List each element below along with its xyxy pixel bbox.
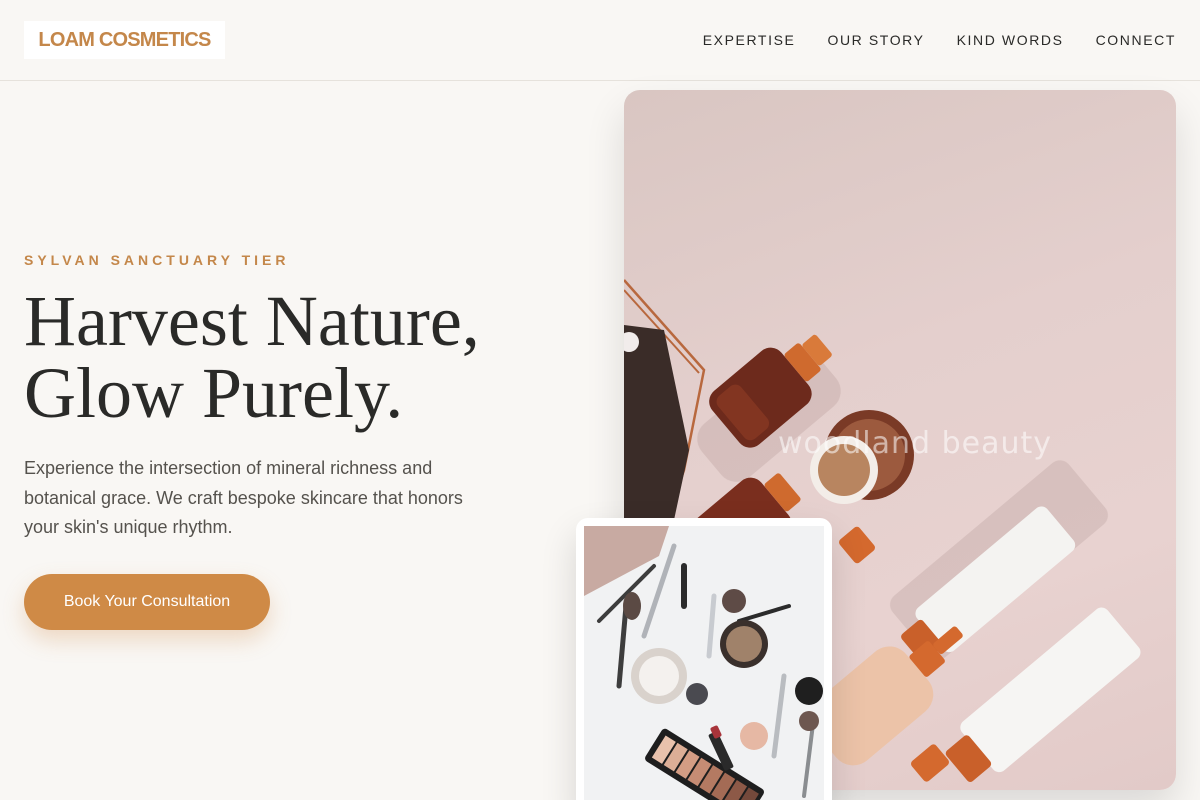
hero-headline: Harvest Nature, Glow Purely. bbox=[24, 285, 584, 429]
book-consultation-button[interactable]: Book Your Consultation bbox=[24, 574, 270, 630]
nav-link-our-story[interactable]: OUR STORY bbox=[827, 31, 924, 49]
hero-headline-line-1: Harvest Nature, bbox=[24, 281, 480, 361]
image-watermark-text: woodland beauty bbox=[778, 426, 1053, 461]
nav-link-kind-words[interactable]: KIND WORDS bbox=[957, 31, 1064, 49]
hero-eyebrow: SYLVAN SANCTUARY TIER bbox=[24, 252, 290, 268]
main-nav: EXPERTISE OUR STORY KIND WORDS CONNECT bbox=[703, 31, 1176, 49]
nav-link-connect[interactable]: CONNECT bbox=[1096, 31, 1176, 49]
hero-lead-paragraph: Experience the intersection of mineral r… bbox=[24, 458, 463, 537]
brand-logo[interactable]: LOAM COSMETICS bbox=[24, 21, 225, 59]
site-header: LOAM COSMETICS EXPERTISE OUR STORY KIND … bbox=[0, 0, 1200, 81]
hero-inset-image-card bbox=[576, 518, 832, 800]
makeup-flatlay-photo bbox=[584, 526, 824, 800]
makeup-flatlay-illustration bbox=[584, 526, 824, 800]
hero-headline-line-2: Glow Purely. bbox=[24, 353, 404, 433]
nav-link-expertise[interactable]: EXPERTISE bbox=[703, 31, 796, 49]
